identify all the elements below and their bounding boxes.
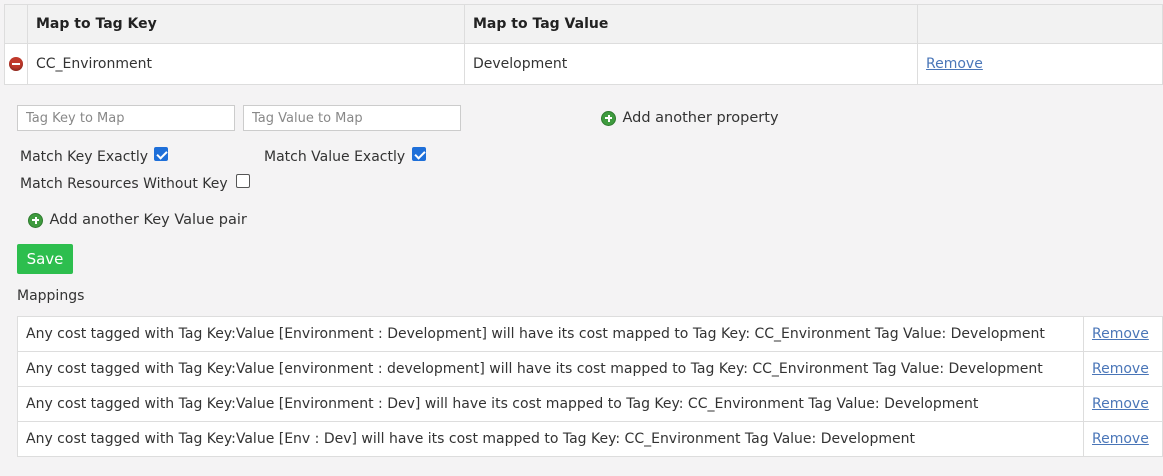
table-row: Any cost tagged with Tag Key:Value [Envi… <box>17 316 1163 352</box>
header-tag-value: Map to Tag Value <box>464 4 918 44</box>
row-remove-link[interactable]: Remove <box>926 56 983 72</box>
match-key-label: Match Key Exactly <box>20 149 149 165</box>
row-tag-value: Development <box>464 43 918 85</box>
add-pair-label: Add another Key Value pair <box>49 212 247 228</box>
remove-circle-icon[interactable] <box>9 57 23 71</box>
row-action-cell: Remove <box>917 43 1163 85</box>
match-key-checkbox[interactable] <box>154 147 168 161</box>
add-circle-icon <box>28 212 43 228</box>
row-icon-cell <box>4 43 28 85</box>
mapping-text: Any cost tagged with Tag Key:Value [Envi… <box>17 386 1084 422</box>
add-property-button[interactable]: Add another property <box>601 110 779 126</box>
mapping-remove-link[interactable]: Remove <box>1092 396 1149 412</box>
match-without-key-label: Match Resources Without Key <box>20 176 228 192</box>
table-header-row: Map to Tag Key Map to Tag Value <box>4 4 1163 44</box>
mapping-text: Any cost tagged with Tag Key:Value [Envi… <box>17 316 1084 352</box>
table-row: Any cost tagged with Tag Key:Value [envi… <box>17 351 1163 387</box>
save-button[interactable]: Save <box>17 244 73 274</box>
mapping-remove-link[interactable]: Remove <box>1092 361 1149 377</box>
match-value-label: Match Value Exactly <box>264 149 406 165</box>
mapping-text: Any cost tagged with Tag Key:Value [envi… <box>17 351 1084 387</box>
tag-mapping-table: Map to Tag Key Map to Tag Value CC_Envir… <box>4 4 1163 85</box>
match-without-key-checkbox[interactable] <box>236 174 250 188</box>
mapping-action-cell: Remove <box>1083 386 1163 422</box>
table-row: Any cost tagged with Tag Key:Value [Env … <box>17 421 1163 457</box>
header-actions <box>917 4 1163 44</box>
header-tag-key: Map to Tag Key <box>27 4 465 44</box>
mapping-remove-link[interactable]: Remove <box>1092 431 1149 447</box>
header-icon-cell <box>4 4 28 44</box>
tag-key-input[interactable] <box>17 105 235 131</box>
mapping-remove-link[interactable]: Remove <box>1092 326 1149 342</box>
mappings-table: Any cost tagged with Tag Key:Value [Envi… <box>17 316 1163 457</box>
mapping-action-cell: Remove <box>1083 351 1163 387</box>
match-value-checkbox[interactable] <box>412 147 426 161</box>
row-tag-key: CC_Environment <box>27 43 465 85</box>
tag-value-input[interactable] <box>243 105 461 131</box>
table-row: Any cost tagged with Tag Key:Value [Envi… <box>17 386 1163 422</box>
add-pair-button[interactable]: Add another Key Value pair <box>28 212 247 228</box>
add-property-label: Add another property <box>622 110 779 126</box>
mapping-action-cell: Remove <box>1083 421 1163 457</box>
mapping-action-cell: Remove <box>1083 316 1163 352</box>
add-circle-icon <box>601 110 616 126</box>
mappings-title: Mappings <box>17 288 85 304</box>
mapping-text: Any cost tagged with Tag Key:Value [Env … <box>17 421 1084 457</box>
table-row: CC_Environment Development Remove <box>4 43 1163 85</box>
